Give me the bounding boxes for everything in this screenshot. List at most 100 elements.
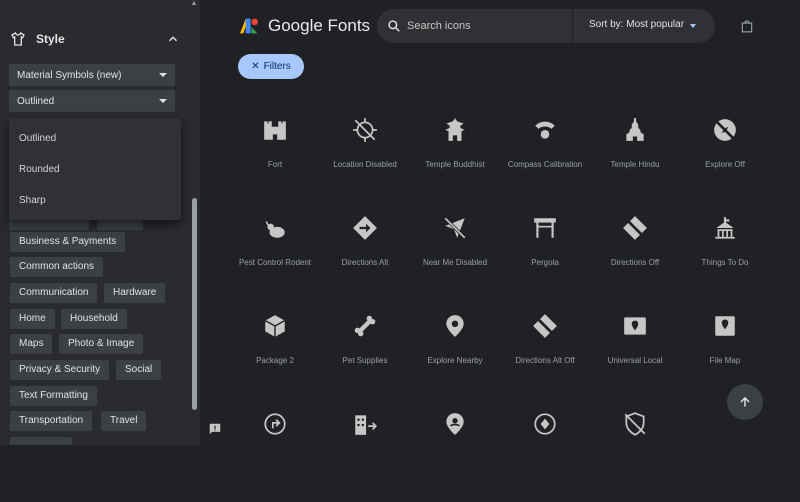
sort-dropdown[interactable]: Sort by: Most popular (589, 19, 684, 30)
file-map-icon (715, 316, 735, 336)
icon-name: File Map (709, 356, 741, 365)
icon-tile-temple-buddhist[interactable]: Temple Buddhist (410, 110, 500, 208)
icon-name: Explore Off (705, 160, 745, 169)
icon-name: Package 2 (256, 356, 294, 365)
icon-tile-directions-off[interactable]: Directions Off (590, 208, 680, 306)
icon-tile-things-to-do[interactable]: Things To Do (680, 208, 770, 306)
icon-name: Fort (267, 160, 283, 169)
category-chip-photo-image[interactable]: Photo & Image (59, 334, 144, 354)
google-fonts-logo[interactable]: Google Fonts (238, 16, 370, 36)
dropdown-arrow-icon (159, 73, 167, 77)
filters-button[interactable]: ✕ Filters (238, 54, 304, 79)
category-chip-social[interactable]: Social (116, 360, 162, 380)
icon-style-value: Outlined (17, 95, 55, 107)
icon-tile-universal-local[interactable]: Universal Local (590, 306, 680, 404)
directions-alt-icon (353, 216, 377, 240)
explore-nearby-icon (446, 315, 464, 337)
chevron-up-icon[interactable] (166, 32, 180, 46)
temple-hindu-icon (626, 118, 644, 141)
icon-tile-domain-arrow[interactable] (320, 404, 410, 502)
icon-tile-temple-hindu[interactable]: Temple Hindu (590, 110, 680, 208)
icon-name: Directions Alt (341, 258, 389, 267)
icon-tile-package-2[interactable]: Package 2 (230, 306, 320, 404)
explore-off-icon (714, 119, 736, 141)
category-chip-partial[interactable] (10, 437, 72, 445)
location-arrow-icon (534, 413, 556, 435)
turn-arrow-icon (264, 413, 286, 435)
style-section-header[interactable]: Style (10, 28, 180, 50)
search-bar: Sort by: Most popular (377, 9, 715, 43)
icon-name: Pest Control Rodent (238, 258, 312, 267)
category-chip-communication[interactable]: Communication (10, 283, 98, 303)
style-label: Style (36, 32, 65, 46)
category-chip-hardware[interactable]: Hardware (104, 283, 166, 303)
pergola-icon (534, 218, 556, 238)
icon-name: Things To Do (701, 258, 749, 267)
things-to-do-icon (715, 217, 735, 239)
icon-name: Directions Off (610, 258, 660, 267)
category-chip-household[interactable]: Household (61, 309, 127, 329)
scroll-up-arrow-icon[interactable]: ▲ (190, 0, 198, 8)
icon-family-select[interactable]: Material Symbols (new) (9, 64, 175, 86)
filters-label: Filters (263, 61, 291, 72)
shopping-bag-icon[interactable] (740, 18, 754, 34)
pest-control-rodent-icon (265, 221, 285, 238)
icon-tile-pest-control-rodent[interactable]: Pest Control Rodent (230, 208, 320, 306)
icon-name: Compass Calibration (507, 160, 583, 169)
category-chip-business-payments[interactable]: Business & Payments (10, 232, 126, 252)
package-2-icon (264, 315, 286, 337)
pet-supplies-icon (354, 315, 376, 337)
icon-name: Temple Buddhist (425, 160, 485, 169)
category-chip-transportation[interactable]: Transportation (10, 411, 93, 431)
search-input[interactable] (407, 17, 557, 35)
sidebar: ▲ Style Material Symbols (new) Outlined … (0, 0, 200, 445)
dropdown-option-outlined[interactable]: Outlined (9, 123, 181, 154)
close-icon[interactable]: ✕ (251, 61, 259, 72)
category-chip-privacy-security[interactable]: Privacy & Security (10, 360, 110, 380)
icon-name: Pet Supplies (342, 356, 388, 365)
near-me-disabled-icon (444, 217, 466, 239)
icon-name: Location Disabled (333, 160, 397, 169)
icon-name: Explore Nearby (427, 356, 483, 365)
google-fonts-logo-icon (240, 18, 258, 34)
category-chip-maps[interactable]: Maps (10, 334, 53, 354)
icon-tile-directions-alt-off[interactable]: Directions Alt Off (500, 306, 590, 404)
icon-tile-fort[interactable]: Fort (230, 110, 320, 208)
temple-buddhist-icon (445, 118, 465, 141)
compass-calibration-icon (535, 121, 555, 139)
fort-icon (264, 121, 286, 140)
scroll-to-top-button[interactable] (727, 384, 763, 420)
icon-tile-near-me-disabled[interactable]: Near Me Disabled (410, 208, 500, 306)
category-chip-text-formatting[interactable]: Text Formatting (10, 386, 97, 406)
universal-local-icon (624, 317, 646, 335)
category-chip-travel[interactable]: Travel (101, 411, 147, 431)
sidebar-scrollbar[interactable] (192, 198, 197, 410)
sort-dropdown-arrow-icon[interactable] (690, 24, 696, 28)
category-chip-common-actions[interactable]: Common actions (10, 257, 104, 277)
search-icon (388, 20, 400, 32)
search-divider (572, 9, 573, 43)
icon-name: Temple Hindu (610, 160, 660, 169)
icon-tile-explore-nearby[interactable]: Explore Nearby (410, 306, 500, 404)
shirt-icon (11, 32, 25, 46)
icon-tile-directions-alt[interactable]: Directions Alt (320, 208, 410, 306)
icon-tile-person-pin[interactable] (410, 404, 500, 502)
icon-name: Directions Alt Off (515, 356, 575, 365)
icon-tile-turn-arrow[interactable] (230, 404, 320, 502)
category-chip-home[interactable]: Home (10, 309, 55, 329)
icon-tile-pergola[interactable]: Pergola (500, 208, 590, 306)
icon-tile-location-arrow[interactable] (500, 404, 590, 502)
logo-text: Google Fonts (268, 16, 371, 35)
directions-alt-off-icon (533, 314, 557, 338)
icon-tile-explore-off[interactable]: Explore Off (680, 110, 770, 208)
person-pin-icon (446, 413, 464, 435)
icon-style-select[interactable]: Outlined (9, 90, 175, 112)
icon-tile-shield-off[interactable] (590, 404, 680, 502)
dropdown-option-rounded[interactable]: Rounded (9, 154, 181, 185)
dropdown-arrow-icon (159, 99, 167, 103)
icon-tile-pet-supplies[interactable]: Pet Supplies (320, 306, 410, 404)
dropdown-option-sharp[interactable]: Sharp (9, 185, 181, 216)
icon-tile-location-disabled[interactable]: Location Disabled (320, 110, 410, 208)
domain-arrow-icon (355, 415, 378, 435)
icon-tile-compass-calibration[interactable]: Compass Calibration (500, 110, 590, 208)
